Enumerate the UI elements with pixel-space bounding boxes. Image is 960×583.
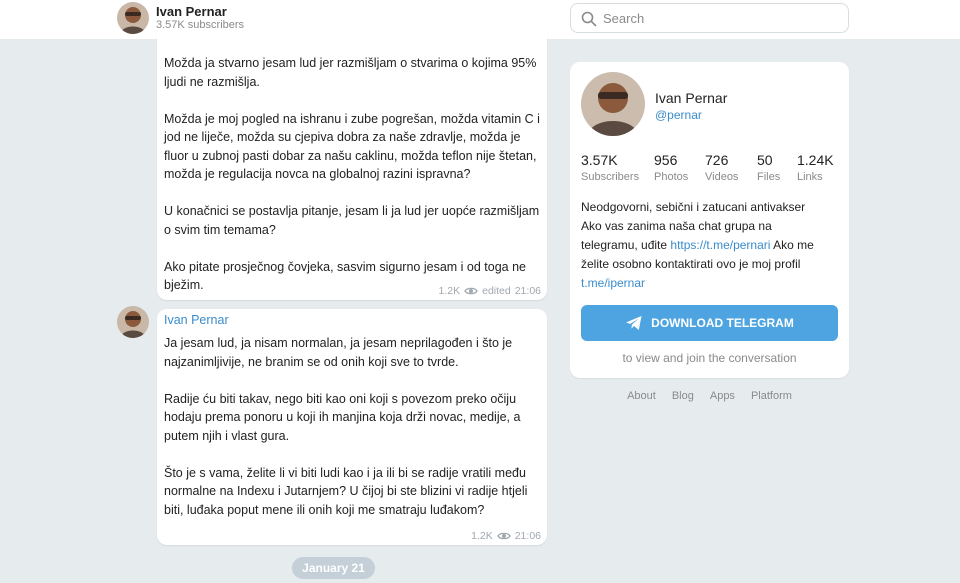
stat-label: Videos <box>705 171 739 183</box>
message-time[interactable]: 21:06 <box>515 530 541 542</box>
join-hint: to view and join the conversation <box>622 351 797 365</box>
stat-label: Links <box>797 171 823 183</box>
profile-link[interactable]: t.me/ipernar <box>581 276 645 290</box>
card-channel-handle[interactable]: @pernar <box>655 108 702 122</box>
description-line: t.me/ipernar <box>581 274 843 293</box>
channel-description: Neodgovorni, sebični i zatucani antivaks… <box>581 198 843 293</box>
footer-link-about[interactable]: About <box>627 390 656 402</box>
message-text: Ja jesam lud, ja nisam normalan, ja jesa… <box>164 334 542 519</box>
view-count: 1.2K <box>438 285 461 297</box>
description-line: želite osobno kontaktirati ovo je moj pr… <box>581 257 801 271</box>
stat-value: 3.57K <box>581 152 618 168</box>
channel-title[interactable]: Ivan Pernar <box>156 4 227 19</box>
stat-label: Files <box>757 171 781 183</box>
channel-info-card: Ivan Pernar @pernar 3.57K Subscribers 95… <box>570 62 849 378</box>
search-input[interactable] <box>603 9 833 27</box>
stat-value: 726 <box>705 152 729 168</box>
footer-links: About Blog Apps Platform <box>570 390 849 402</box>
message-paragraph: Možda ja stvarno jesam lud jer razmišlja… <box>164 56 537 89</box>
telegram-plane-icon <box>626 316 642 330</box>
search-icon <box>581 11 597 27</box>
message-paragraph: Radije ću biti takav, nego biti kao oni … <box>164 391 521 443</box>
channel-avatar[interactable] <box>117 2 149 34</box>
stat-files[interactable]: 50 Files <box>757 152 780 183</box>
footer-link-platform[interactable]: Platform <box>751 390 792 402</box>
edited-label: edited <box>482 285 511 297</box>
search-box[interactable] <box>570 3 849 33</box>
message-author[interactable]: Ivan Pernar <box>164 313 229 327</box>
stat-value: 1.24K <box>797 152 834 168</box>
description-line: Ako vas zanima naša chat grupa na <box>581 219 772 233</box>
card-channel-name: Ivan Pernar <box>655 90 728 106</box>
stat-links[interactable]: 1.24K Links <box>797 152 834 183</box>
message-bubble: Ivan Pernar Ja jesam lud, ja nisam norma… <box>157 309 547 545</box>
stat-value: 50 <box>757 152 773 168</box>
download-telegram-button[interactable]: DOWNLOAD TELEGRAM <box>581 305 838 341</box>
stat-photos[interactable]: 956 Photos <box>654 152 688 183</box>
message-paragraph: Što je s vama, želite li vi biti ludi ka… <box>164 465 528 517</box>
description-text: Ako me <box>770 238 814 252</box>
stat-value: 956 <box>654 152 678 168</box>
channel-stats: 3.57K Subscribers 956 Photos 726 Videos … <box>581 152 841 188</box>
message-meta: 1.2K edited 21:06 <box>439 285 542 297</box>
message-text: Možda ja stvarno jesam lud jer razmišlja… <box>164 54 542 295</box>
eye-icon <box>464 287 478 295</box>
stat-videos[interactable]: 726 Videos <box>705 152 738 183</box>
message-paragraph: Možda je moj pogled na ishranu i zube po… <box>164 111 540 182</box>
description-text: telegramu, uđite <box>581 238 671 252</box>
footer-link-blog[interactable]: Blog <box>672 390 694 402</box>
stat-label: Photos <box>654 171 689 183</box>
view-count: 1.2K <box>471 530 493 542</box>
message-paragraph: Ja jesam lud, ja nisam normalan, ja jesa… <box>164 336 513 369</box>
stat-label: Subscribers <box>581 171 640 183</box>
message-paragraph: U konačnici se postavlja pitanje, jesam … <box>164 204 540 237</box>
download-telegram-label: DOWNLOAD TELEGRAM <box>651 316 794 330</box>
message-time[interactable]: 21:06 <box>515 285 541 297</box>
channel-card-avatar <box>581 72 645 136</box>
description-line: Neodgovorni, sebični i zatucani antivaks… <box>581 200 806 214</box>
message-bubble: Možda ja stvarno jesam lud jer razmišlja… <box>157 28 547 300</box>
author-avatar[interactable] <box>117 306 149 338</box>
stat-subscribers: 3.57K Subscribers <box>581 152 639 183</box>
chat-group-link[interactable]: https://t.me/pernari <box>670 238 770 252</box>
message-meta: 1.2K 21:06 <box>471 530 541 542</box>
footer-link-apps[interactable]: Apps <box>710 390 735 402</box>
eye-icon <box>496 532 511 540</box>
date-separator: January 21 <box>292 557 375 579</box>
description-line: telegramu, uđite https://t.me/pernari Ak… <box>581 236 843 255</box>
